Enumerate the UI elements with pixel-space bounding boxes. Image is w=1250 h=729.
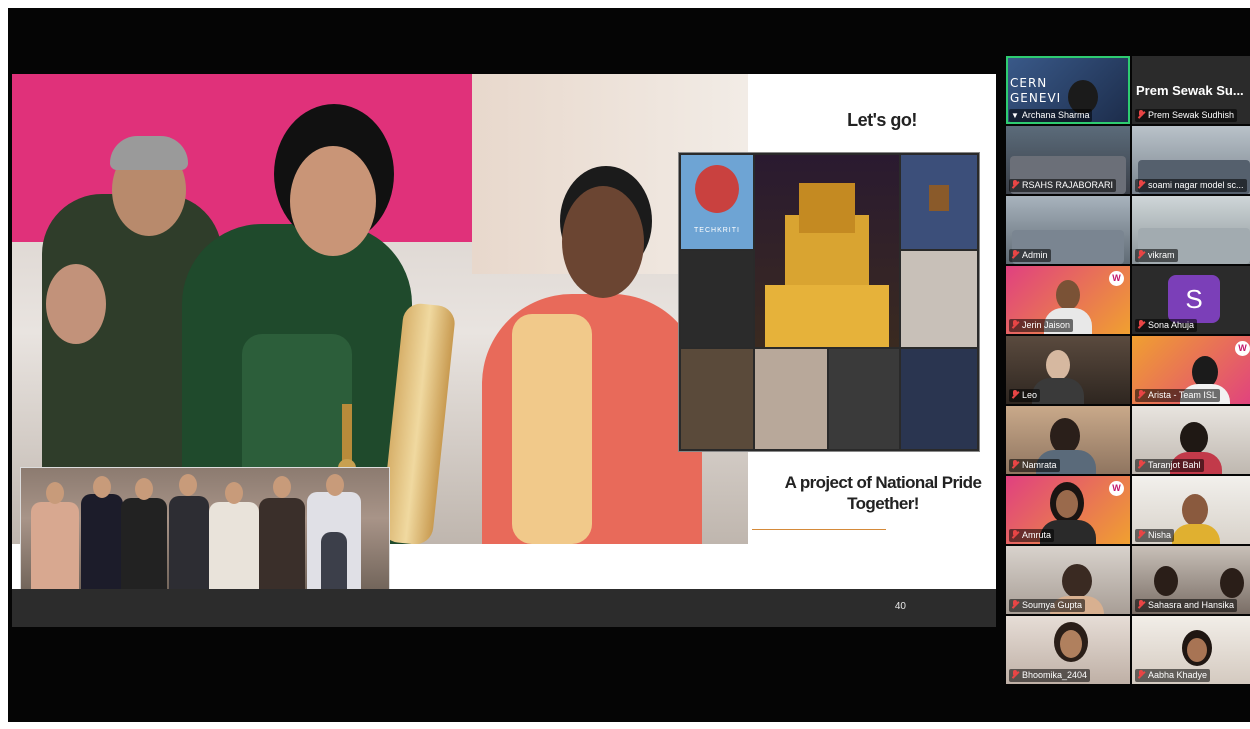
pin-icon: ▼	[1011, 111, 1019, 120]
participant-tile[interactable]: W Jerin Jaison	[1006, 266, 1130, 334]
mic-off-icon	[1011, 460, 1019, 469]
mic-off-icon	[1137, 390, 1145, 399]
participant-display-name: Prem Sewak Su...	[1136, 83, 1244, 98]
w-badge-icon: W	[1109, 481, 1124, 496]
collage-caption: TECHKRITI	[694, 227, 740, 234]
participant-tile[interactable]: W Amruta	[1006, 476, 1130, 544]
participant-tile[interactable]: Namrata	[1006, 406, 1130, 474]
photo-collage: TECHKRITI	[678, 152, 980, 452]
mic-off-icon	[1137, 530, 1145, 539]
participant-tile[interactable]: Soumya Gupta	[1006, 546, 1130, 614]
meeting-app: Let's go! TECHKRITI A project of Nationa…	[0, 0, 1250, 729]
mic-off-icon	[1137, 460, 1145, 469]
participant-tile[interactable]: soami nagar model sc...	[1132, 126, 1250, 194]
participant-tile[interactable]: S Sona Ahuja	[1132, 266, 1250, 334]
participant-tile[interactable]: Nisha	[1132, 476, 1250, 544]
mic-off-icon	[1011, 390, 1019, 399]
participant-tile-prem-sewak-sudhish[interactable]: Prem Sewak Su... Prem Sewak Sudhish	[1132, 56, 1250, 124]
slide-footer: 40	[12, 589, 996, 627]
w-badge-icon: W	[1235, 341, 1250, 356]
slide-heading: Let's go!	[847, 110, 917, 130]
accent-divider	[752, 529, 886, 530]
mic-off-icon	[1137, 110, 1145, 119]
w-badge-icon: W	[1109, 271, 1124, 286]
participant-tile[interactable]: Taranjot Bahl	[1132, 406, 1250, 474]
participant-tile[interactable]: Bhoomika_2404	[1006, 616, 1130, 684]
mic-off-icon	[1137, 320, 1145, 329]
participant-tile[interactable]: RSAHS RAJABORARI	[1006, 126, 1130, 194]
mic-off-icon	[1011, 670, 1019, 679]
mic-off-icon	[1011, 250, 1019, 259]
shared-slide: Let's go! TECHKRITI A project of Nationa…	[12, 74, 996, 627]
mic-off-icon	[1011, 530, 1019, 539]
mic-off-icon	[1011, 320, 1019, 329]
avatar: S	[1168, 275, 1220, 323]
participant-tile-archana-sharma[interactable]: CERN GENEVI ▼ Archana Sharma	[1006, 56, 1130, 124]
collage-cube-installation	[755, 155, 899, 347]
meeting-stage: Let's go! TECHKRITI A project of Nationa…	[8, 8, 1250, 722]
participant-tile[interactable]: Leo	[1006, 336, 1130, 404]
participant-tile[interactable]: vikram	[1132, 196, 1250, 264]
mic-off-icon	[1137, 670, 1145, 679]
participant-tile[interactable]: Aabha Khadye	[1132, 616, 1250, 684]
mic-off-icon	[1011, 600, 1019, 609]
participant-tile[interactable]: W Arista - Team ISL	[1132, 336, 1250, 404]
mic-off-icon	[1137, 250, 1145, 259]
mic-off-icon	[1011, 180, 1019, 189]
mic-off-icon	[1137, 180, 1145, 189]
slide-tagline: A project of National Pride Together!	[784, 473, 982, 513]
participant-tile[interactable]: Sahasra and Hansika	[1132, 546, 1250, 614]
participant-tile[interactable]: Admin	[1006, 196, 1130, 264]
slide-page-number: 40	[894, 601, 906, 612]
group-photo	[20, 467, 390, 595]
cern-background-text: CERN GENEVI	[1010, 76, 1062, 105]
mic-off-icon	[1137, 600, 1145, 609]
collage-poster: TECHKRITI	[681, 155, 753, 249]
